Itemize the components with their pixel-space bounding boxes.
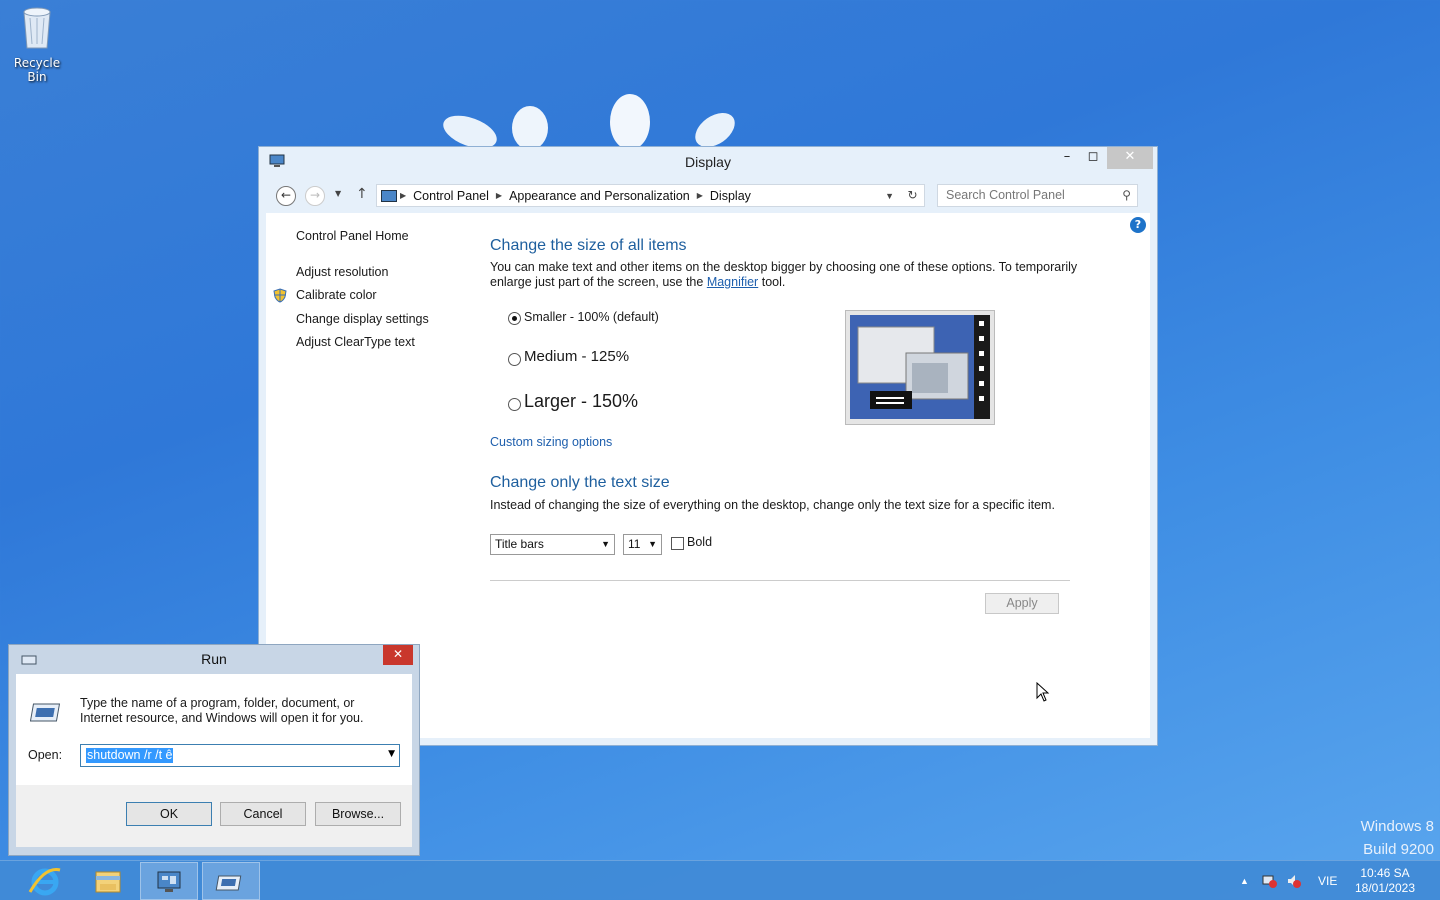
option-medium-label[interactable]: Medium - 125%: [524, 348, 629, 365]
display-preview-image: [845, 310, 995, 425]
text-size-value: 11: [628, 537, 641, 551]
close-button[interactable]: ✕: [1107, 147, 1153, 169]
run-title: Run: [201, 651, 227, 667]
open-input[interactable]: shutdown /r /t ê ▼: [80, 744, 400, 767]
os-watermark: Windows 8 Build 9200: [1361, 815, 1434, 861]
magnifier-link[interactable]: Magnifier: [707, 275, 758, 289]
search-placeholder: Search Control Panel: [946, 188, 1065, 202]
text-item-select[interactable]: Title bars ▼: [490, 534, 615, 555]
recycle-bin-icon: [20, 4, 54, 50]
sidebar-adjust-resolution[interactable]: Adjust resolution: [296, 265, 388, 279]
back-arrow-icon[interactable]: ←: [276, 186, 296, 206]
section-heading-size: Change the size of all items: [490, 237, 687, 254]
taskbar: ▲ VIE 10:46 SA 18/01/2023: [0, 860, 1440, 900]
network-error-icon[interactable]: [1262, 873, 1278, 889]
address-field[interactable]: ▶ Control Panel ▶ Appearance and Persona…: [376, 184, 925, 207]
browse-button[interactable]: Browse...: [315, 802, 401, 826]
uac-shield-icon: [273, 288, 287, 306]
bold-checkbox[interactable]: [671, 537, 684, 550]
maximize-button[interactable]: ◻: [1081, 147, 1105, 169]
sidebar-change-display-settings[interactable]: Change display settings: [296, 312, 429, 326]
search-icon[interactable]: ⚲: [1122, 185, 1131, 206]
recycle-bin-shortcut[interactable]: Recycle Bin: [4, 4, 70, 84]
address-bar-row: ← → ▼ ↑ ▶ Control Panel ▶ Appearance and…: [259, 178, 1157, 213]
section-description-text: Instead of changing the size of everythi…: [490, 498, 1055, 512]
option-larger-label[interactable]: Larger - 150%: [524, 391, 638, 412]
run-dialog: Run ✕ Type the name of a program, folder…: [8, 644, 420, 856]
chevron-down-icon: ▼: [601, 539, 610, 549]
help-icon[interactable]: ?: [1130, 217, 1146, 233]
up-arrow-icon[interactable]: ↑: [356, 186, 368, 202]
input-language[interactable]: VIE: [1318, 861, 1337, 900]
run-description: Type the name of a program, folder, docu…: [80, 696, 364, 725]
radio-smaller[interactable]: [508, 312, 521, 325]
desc-line2: enlarge just part of the screen, use the: [490, 275, 704, 289]
open-label: Open:: [28, 748, 63, 762]
option-smaller-label[interactable]: Smaller - 100% (default): [524, 310, 659, 324]
cancel-button[interactable]: Cancel: [220, 802, 306, 826]
apply-button[interactable]: Apply: [985, 593, 1059, 614]
radio-medium[interactable]: [508, 353, 521, 366]
run-close-button[interactable]: ✕: [383, 645, 413, 665]
open-input-value: shutdown /r /t ê: [86, 748, 174, 763]
minimize-button[interactable]: –: [1055, 147, 1079, 169]
watermark-line1: Windows 8: [1360, 818, 1434, 835]
forward-arrow-icon[interactable]: →: [305, 186, 325, 206]
run-program-icon: [29, 701, 62, 728]
recycle-bin-label: Recycle Bin: [13, 56, 61, 84]
recent-pages-dropdown-icon[interactable]: ▼: [335, 189, 341, 198]
radio-larger[interactable]: [508, 398, 521, 411]
sidebar-calibrate-color[interactable]: Calibrate color: [296, 288, 377, 302]
sidebar-control-panel-home[interactable]: Control Panel Home: [296, 229, 409, 243]
internet-explorer-icon[interactable]: [16, 862, 74, 900]
text-size-select[interactable]: 11 ▼: [623, 534, 662, 555]
search-input[interactable]: Search Control Panel ⚲: [937, 184, 1138, 207]
ok-button[interactable]: OK: [126, 802, 212, 826]
bold-label[interactable]: Bold: [687, 535, 712, 549]
run-taskbar-icon[interactable]: [202, 862, 260, 900]
breadcrumb-appearance[interactable]: Appearance and Personalization: [505, 189, 694, 203]
chevron-down-icon: ▼: [648, 539, 657, 549]
run-button-bar: OK Cancel Browse...: [16, 785, 412, 847]
control-panel-icon: [381, 189, 397, 202]
section-heading-text: Change only the text size: [490, 474, 670, 491]
file-explorer-icon[interactable]: [78, 862, 136, 900]
control-panel-taskbar-icon[interactable]: [140, 862, 198, 900]
sidebar-adjust-cleartype[interactable]: Adjust ClearType text: [296, 335, 415, 349]
mouse-cursor-icon: [1036, 682, 1050, 702]
clock[interactable]: 10:46 SA 18/01/2023: [1354, 866, 1416, 898]
desc-line2-end: tool.: [761, 275, 786, 289]
volume-muted-icon[interactable]: [1286, 873, 1302, 889]
show-hidden-icons-chevron-icon[interactable]: ▲: [1240, 861, 1249, 900]
chevron-down-icon[interactable]: ▼: [388, 749, 395, 759]
run-body: Type the name of a program, folder, docu…: [16, 674, 412, 847]
text-item-value: Title bars: [495, 537, 544, 551]
refresh-icon[interactable]: ↻: [901, 184, 925, 207]
custom-sizing-link[interactable]: Custom sizing options: [490, 435, 612, 450]
desc-line1: You can make text and other items on the…: [490, 260, 1078, 274]
window-title: Display: [685, 154, 731, 170]
watermark-line2: Build 9200: [1363, 841, 1434, 858]
breadcrumb-control-panel[interactable]: Control Panel: [409, 189, 493, 203]
section-description-size: You can make text and other items on the…: [490, 260, 1090, 290]
breadcrumb-display[interactable]: Display: [706, 189, 755, 203]
clock-date: 18/01/2023: [1354, 881, 1416, 895]
wallpaper-decoration: [443, 94, 735, 148]
clock-time: 10:46 SA: [1360, 866, 1410, 880]
address-dropdown-icon[interactable]: ▼: [885, 191, 894, 201]
divider: [490, 580, 1070, 581]
